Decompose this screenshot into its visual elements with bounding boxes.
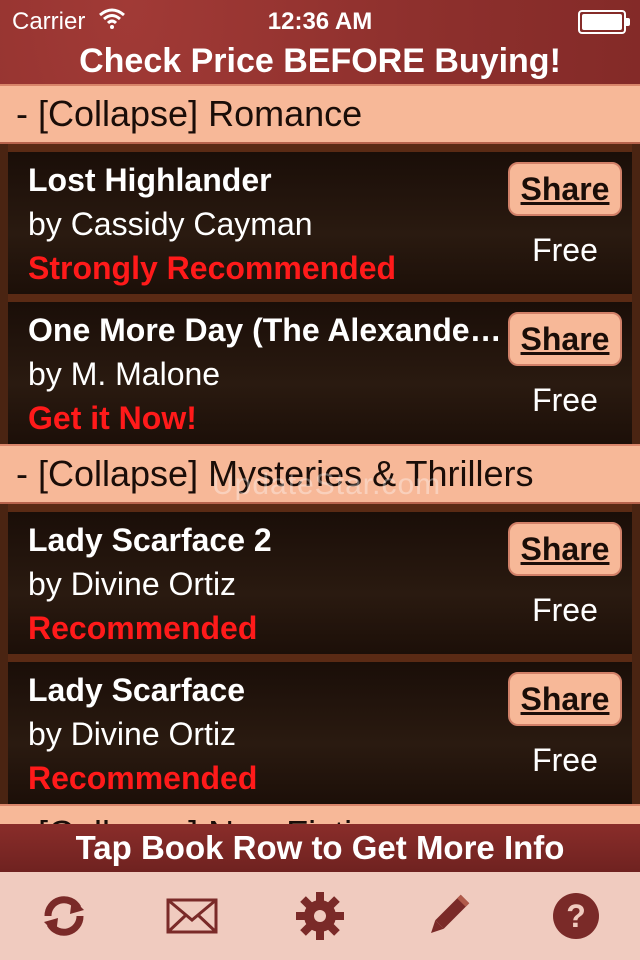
price-label: Free xyxy=(532,592,598,628)
refresh-icon[interactable] xyxy=(24,876,104,956)
recommendation-label: Get it Now! xyxy=(28,400,197,436)
status-bar: Carrier 12:36 AM xyxy=(0,0,640,40)
share-button[interactable]: Share xyxy=(508,312,622,366)
share-button[interactable]: Share xyxy=(508,672,622,726)
price-label: Free xyxy=(532,382,598,418)
book-row[interactable]: Lady Scarface 2 by Divine Ortiz Recommen… xyxy=(0,504,640,654)
book-row[interactable]: Lady Scarface by Divine Ortiz Recommende… xyxy=(0,654,640,804)
battery-icon xyxy=(578,10,630,34)
recommendation-label: Strongly Recommended xyxy=(28,250,397,286)
pencil-icon[interactable] xyxy=(408,876,488,956)
price-label: Free xyxy=(532,232,598,268)
banner-title: Check Price BEFORE Buying! xyxy=(79,42,561,80)
share-button[interactable]: Share xyxy=(508,522,622,576)
book-author: by Cassidy Cayman xyxy=(28,206,313,242)
gear-icon[interactable] xyxy=(280,876,360,956)
book-row[interactable]: One More Day (The Alexander Family) by M… xyxy=(0,294,640,444)
book-author: by Divine Ortiz xyxy=(28,716,237,752)
watermark: UpdateStar.com xyxy=(212,468,442,501)
book-list[interactable]: - [Collapse] Romance Lost Highlander by … xyxy=(0,84,640,830)
book-author: by Divine Ortiz xyxy=(28,566,237,602)
clock: 12:36 AM xyxy=(267,8,373,35)
footer-hint: Tap Book Row to Get More Info xyxy=(0,824,640,872)
help-icon[interactable]: ? xyxy=(536,876,616,956)
book-author: by M. Malone xyxy=(28,356,221,392)
share-button[interactable]: Share xyxy=(508,162,622,216)
tab-bar: ? xyxy=(0,872,640,960)
book-title: One More Day (The Alexander Family) xyxy=(28,312,508,348)
recommendation-label: Recommended xyxy=(28,610,258,646)
section-header-romance[interactable]: - [Collapse] Romance xyxy=(0,84,640,144)
book-title: Lady Scarface xyxy=(28,672,246,708)
book-row[interactable]: Lost Highlander by Cassidy Cayman Strong… xyxy=(0,144,640,294)
price-label: Free xyxy=(532,742,598,778)
mail-icon[interactable] xyxy=(152,876,232,956)
svg-text:?: ? xyxy=(566,898,586,934)
book-title: Lost Highlander xyxy=(28,162,272,198)
book-title: Lady Scarface 2 xyxy=(28,522,272,558)
recommendation-label: Recommended xyxy=(28,760,258,796)
